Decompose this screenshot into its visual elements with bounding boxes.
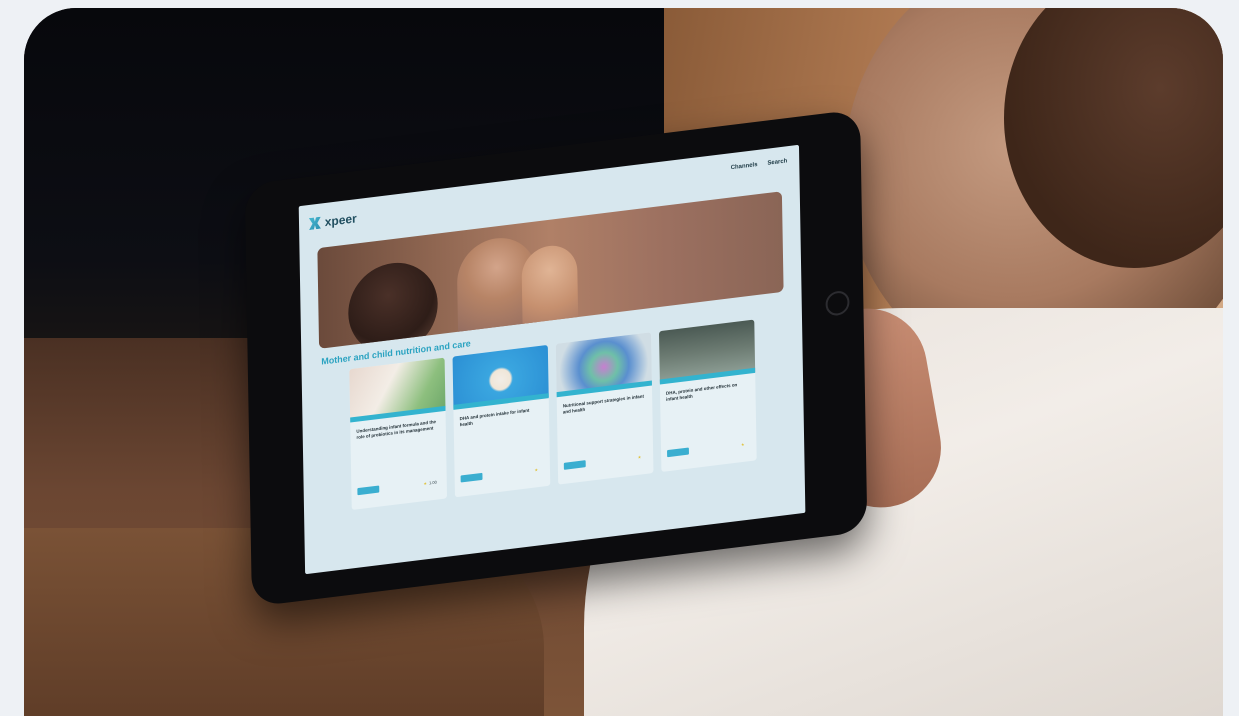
card-rating: ★ — [637, 454, 644, 460]
card-title: Nutritional support strategies in infant… — [562, 393, 645, 415]
card-button[interactable] — [667, 447, 689, 458]
card-title: Understanding infant formula and the rol… — [356, 419, 437, 440]
nav-channels[interactable]: Channels — [731, 162, 758, 171]
content-card[interactable]: Understanding infant formula and the rol… — [349, 357, 448, 511]
home-button[interactable] — [825, 289, 850, 317]
card-button[interactable] — [460, 472, 483, 483]
star-icon: ★ — [534, 467, 539, 473]
star-icon: ★ — [740, 441, 745, 448]
logo-text: xpeer — [324, 211, 357, 230]
card-rating-value: 1.00 — [429, 479, 437, 486]
tablet-device: xpeer Channels Search Mother and child n… — [244, 109, 868, 607]
photo-frame: xpeer Channels Search Mother and child n… — [24, 8, 1223, 716]
site-logo[interactable]: xpeer — [309, 211, 357, 231]
card-desc — [357, 439, 440, 449]
card-rating: ★ — [741, 441, 747, 447]
card-desc — [666, 401, 749, 411]
hero-child — [521, 242, 579, 330]
tablet-screen: xpeer Channels Search Mother and child n… — [298, 144, 806, 575]
card-desc — [460, 426, 543, 436]
card-rating: ★ 1.00 — [423, 479, 436, 486]
logo-icon — [309, 217, 321, 231]
content-card[interactable]: DHA and protein intake for infant health… — [452, 344, 551, 498]
card-button[interactable] — [357, 485, 380, 496]
site-nav: Channels Search — [731, 158, 788, 171]
content-card[interactable]: DHA, protein and other effects on infant… — [658, 319, 757, 473]
card-title: DHA, protein and other effects on infant… — [665, 382, 738, 402]
star-icon: ★ — [637, 454, 642, 460]
hero-person — [347, 257, 439, 349]
card-desc — [563, 413, 646, 423]
content-card[interactable]: Nutritional support strategies in infant… — [555, 332, 654, 485]
nav-search[interactable]: Search — [767, 158, 787, 166]
star-icon: ★ — [423, 480, 428, 487]
card-button[interactable] — [563, 460, 586, 470]
card-title: DHA and protein intake for infant health — [459, 407, 530, 427]
card-rating: ★ — [534, 467, 540, 473]
